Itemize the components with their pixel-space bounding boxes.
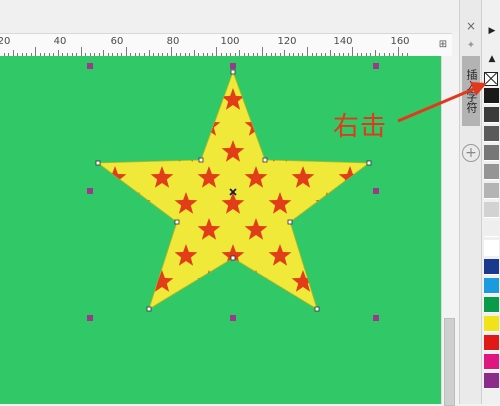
pattern-star — [363, 140, 386, 162]
palette-arrow-right-icon[interactable]: ▶ — [485, 24, 499, 38]
color-swatch[interactable] — [484, 354, 499, 370]
pattern-star — [433, 218, 441, 240]
shape-node[interactable] — [96, 161, 100, 165]
pattern-star — [410, 192, 433, 214]
pattern-star — [128, 244, 151, 266]
selection-handle[interactable] — [87, 315, 93, 321]
selection-handle[interactable] — [230, 315, 236, 321]
pattern-star — [222, 296, 245, 318]
color-swatch[interactable] — [484, 297, 499, 313]
pattern-star — [316, 244, 339, 266]
drawing-layer — [0, 0, 441, 404]
add-docker-icon[interactable]: + — [462, 144, 480, 162]
selection-handle[interactable] — [87, 63, 93, 69]
shape-node[interactable] — [147, 307, 151, 311]
scroll-thumb[interactable] — [444, 318, 455, 406]
pattern-star — [339, 218, 362, 240]
color-swatch[interactable] — [484, 202, 499, 218]
shape-node[interactable] — [199, 158, 203, 162]
color-swatch[interactable] — [484, 164, 499, 180]
color-swatch[interactable] — [484, 107, 499, 123]
selection-handle[interactable] — [373, 188, 379, 194]
pattern-star — [128, 88, 151, 110]
no-color-swatch[interactable] — [484, 72, 498, 86]
color-swatch[interactable] — [484, 240, 499, 256]
color-swatch[interactable] — [484, 335, 499, 351]
pattern-star — [386, 166, 409, 188]
palette-scroll-up-icon[interactable]: ▲ — [485, 52, 499, 66]
shape-node[interactable] — [288, 220, 292, 224]
pattern-star — [410, 88, 433, 110]
color-swatch[interactable] — [484, 145, 499, 161]
selection-handle[interactable] — [87, 188, 93, 194]
pattern-star — [151, 218, 174, 240]
pattern-star — [410, 296, 433, 318]
pattern-star — [386, 218, 409, 240]
pattern-star — [175, 140, 198, 162]
pattern-star — [269, 140, 292, 162]
selection-handle[interactable] — [373, 63, 379, 69]
pattern-star — [81, 192, 104, 214]
pattern-star — [363, 296, 386, 318]
shape-node[interactable] — [231, 70, 235, 74]
pattern-star — [104, 114, 127, 136]
selection-handle[interactable] — [230, 63, 236, 69]
pattern-star — [175, 296, 198, 318]
shape-node[interactable] — [367, 161, 371, 165]
shape-node[interactable] — [231, 256, 235, 260]
pattern-star — [292, 114, 315, 136]
pattern-star — [386, 270, 409, 292]
pattern-star — [81, 296, 104, 318]
color-swatch[interactable] — [484, 259, 499, 275]
pattern-star — [433, 166, 441, 188]
pattern-star — [363, 192, 386, 214]
vertical-scrollbar[interactable] — [441, 56, 460, 404]
shape-node[interactable] — [175, 220, 179, 224]
pattern-star — [104, 218, 127, 240]
color-swatch[interactable] — [484, 373, 499, 389]
color-palette: ▶ ▲ — [481, 0, 500, 404]
pattern-star — [128, 140, 151, 162]
pattern-star — [410, 140, 433, 162]
pattern-star — [292, 218, 315, 240]
pin-icon[interactable]: ✦ — [462, 38, 480, 54]
pattern-star — [151, 114, 174, 136]
pattern-star — [269, 88, 292, 110]
pattern-star — [433, 114, 441, 136]
pattern-star — [339, 270, 362, 292]
color-swatch[interactable] — [484, 278, 499, 294]
color-swatch[interactable] — [484, 316, 499, 332]
docker-panel: × ✦ ★ 插入字符 + — [459, 0, 482, 404]
tab-insert-character[interactable]: 插入字符 — [462, 56, 480, 126]
pattern-star — [81, 88, 104, 110]
pattern-star — [386, 114, 409, 136]
pattern-star — [81, 140, 104, 162]
color-swatch[interactable] — [484, 126, 499, 142]
right-click-callout: 右击 — [333, 106, 387, 143]
pattern-star — [175, 88, 198, 110]
pattern-star — [104, 270, 127, 292]
pattern-star — [410, 244, 433, 266]
tab-label: 插入字符 — [465, 69, 478, 113]
selection-handle[interactable] — [373, 315, 379, 321]
pattern-star — [316, 140, 339, 162]
pattern-star — [81, 244, 104, 266]
shape-node[interactable] — [315, 307, 319, 311]
pattern-star — [433, 270, 441, 292]
color-swatch[interactable] — [484, 183, 499, 199]
color-swatch[interactable] — [484, 88, 499, 104]
close-icon[interactable]: × — [462, 18, 480, 34]
pattern-star — [363, 244, 386, 266]
color-swatch[interactable] — [484, 221, 499, 237]
shape-node[interactable] — [263, 158, 267, 162]
pattern-star — [269, 296, 292, 318]
